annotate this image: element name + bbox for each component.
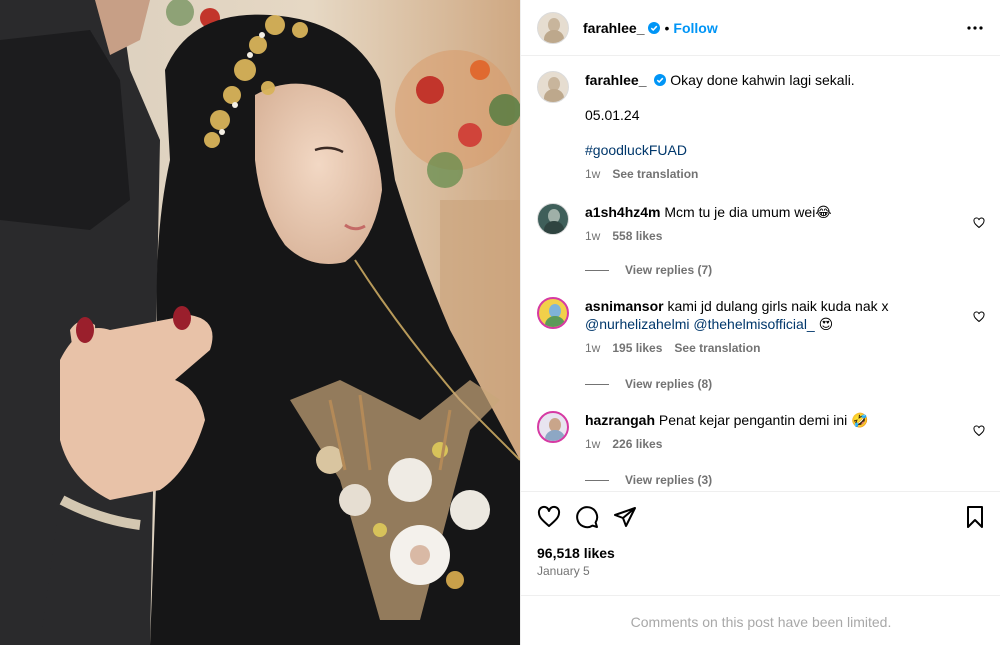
caption-age: 1w bbox=[585, 167, 601, 181]
caption-username[interactable]: farahlee_ bbox=[585, 72, 646, 88]
bookmark-icon[interactable] bbox=[963, 505, 987, 529]
verified-badge-icon bbox=[648, 21, 661, 34]
comment-text-block: a1sh4hz4m Mcm tu je dia umum wei😂 1w 558 … bbox=[585, 203, 961, 245]
comment-emoji: 😍 bbox=[818, 316, 834, 332]
comment-like-heart-icon[interactable] bbox=[973, 217, 985, 229]
likes-count[interactable]: 96,518 likes bbox=[537, 545, 615, 561]
post-details-panel: farahlee_ • Follow farahlee_ Okay done k… bbox=[520, 0, 1000, 645]
more-options-icon[interactable] bbox=[965, 18, 985, 38]
view-replies-button[interactable]: View replies (3) bbox=[585, 473, 712, 487]
caption-text: Okay done kahwin lagi sekali. bbox=[670, 72, 855, 88]
comment-item: asnimansor kami jd dulang girls naik kud… bbox=[537, 297, 985, 397]
post-date: January 5 bbox=[537, 564, 590, 578]
comment-text: kami jd dulang girls naik kuda nak x bbox=[667, 298, 889, 314]
comment-text: Mcm tu je dia umum wei😂 bbox=[664, 204, 832, 220]
view-replies-button[interactable]: View replies (8) bbox=[585, 377, 712, 391]
separator-dot: • bbox=[664, 19, 670, 36]
comment-like-heart-icon[interactable] bbox=[973, 311, 985, 323]
comments-limited-notice: Comments on this post have been limited. bbox=[521, 595, 1000, 645]
post-header: farahlee_ • Follow bbox=[521, 0, 1000, 56]
commenter-username[interactable]: hazrangah bbox=[585, 412, 655, 428]
heart-icon[interactable] bbox=[537, 505, 561, 529]
comment-meta: 1w 195 likes See translation bbox=[585, 339, 961, 357]
post-actions: 96,518 likes January 5 bbox=[521, 491, 1000, 595]
caption-text-block: farahlee_ Okay done kahwin lagi sekali. … bbox=[585, 71, 961, 183]
comment-mention[interactable]: @nurhelizahelmi bbox=[585, 316, 689, 332]
view-replies-button[interactable]: View replies (7) bbox=[585, 263, 712, 277]
commenter-avatar[interactable] bbox=[537, 203, 569, 235]
author-avatar[interactable] bbox=[537, 71, 569, 103]
verified-badge-icon bbox=[654, 74, 667, 86]
comment-likes[interactable]: 226 likes bbox=[612, 437, 662, 451]
comment-like-heart-icon[interactable] bbox=[973, 425, 985, 437]
comment-age: 1w bbox=[585, 229, 601, 243]
commenter-username[interactable]: a1sh4hz4m bbox=[585, 204, 660, 220]
see-translation-link[interactable]: See translation bbox=[612, 167, 698, 181]
comment-item: a1sh4hz4m Mcm tu je dia umum wei😂 1w 558 … bbox=[537, 203, 985, 283]
post-photo[interactable] bbox=[0, 0, 520, 645]
comment-icon[interactable] bbox=[575, 505, 599, 529]
follow-button[interactable]: Follow bbox=[673, 20, 717, 36]
caption-date-line: 05.01.24 bbox=[585, 107, 640, 123]
instagram-post-view: farahlee_ • Follow farahlee_ Okay done k… bbox=[0, 0, 1000, 645]
commenter-username[interactable]: asnimansor bbox=[585, 298, 664, 314]
comments-list[interactable]: farahlee_ Okay done kahwin lagi sekali. … bbox=[521, 57, 1000, 491]
share-icon[interactable] bbox=[613, 505, 637, 529]
caption: farahlee_ Okay done kahwin lagi sekali. … bbox=[537, 71, 985, 191]
comment-mention[interactable]: @thehelmisofficial_ bbox=[693, 316, 814, 332]
comment-text-block: hazrangah Penat kejar pengantin demi ini… bbox=[585, 411, 961, 453]
comment-meta: 1w 558 likes bbox=[585, 227, 961, 245]
comment-age: 1w bbox=[585, 341, 601, 355]
author-username[interactable]: farahlee_ bbox=[583, 20, 644, 36]
comment-text: Penat kejar pengantin demi ini 🤣 bbox=[658, 412, 869, 428]
comment-meta: 1w 226 likes bbox=[585, 435, 961, 453]
author-avatar[interactable] bbox=[537, 11, 569, 44]
comment-age: 1w bbox=[585, 437, 601, 451]
commenter-avatar[interactable] bbox=[537, 297, 569, 329]
caption-hashtag[interactable]: #goodluckFUAD bbox=[585, 141, 961, 159]
see-translation-link[interactable]: See translation bbox=[674, 341, 760, 355]
wedding-photo-illustration bbox=[0, 0, 520, 645]
comment-likes[interactable]: 558 likes bbox=[612, 229, 662, 243]
comment-item: hazrangah Penat kejar pengantin demi ini… bbox=[537, 411, 985, 491]
caption-meta: 1w See translation bbox=[585, 165, 961, 183]
comment-text-block: asnimansor kami jd dulang girls naik kud… bbox=[585, 297, 961, 357]
comment-likes[interactable]: 195 likes bbox=[612, 341, 662, 355]
commenter-avatar[interactable] bbox=[537, 411, 569, 443]
